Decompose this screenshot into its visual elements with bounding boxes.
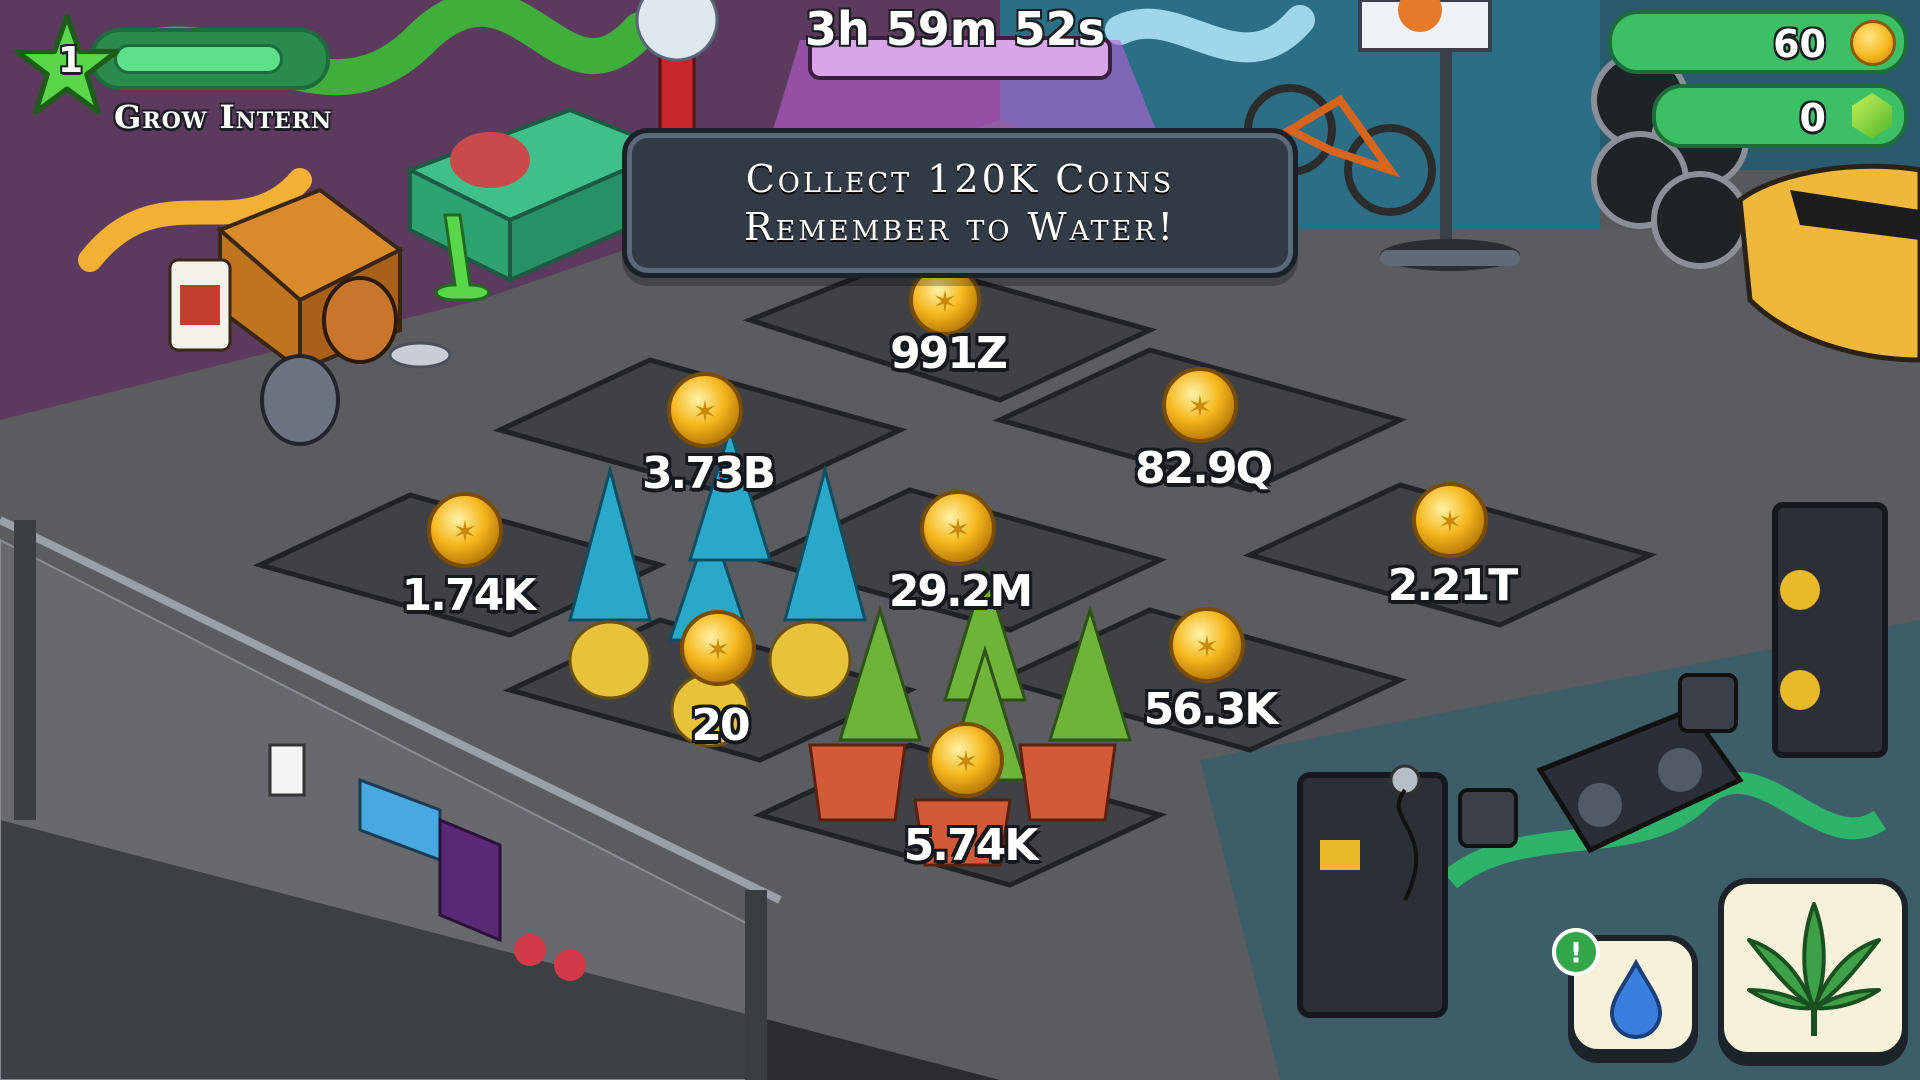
svg-text:✶: ✶ <box>932 285 957 320</box>
plot-value-upper-left[interactable]: 3.73B <box>642 448 776 499</box>
gems-counter[interactable]: 0 <box>1652 84 1908 148</box>
svg-text:✶: ✶ <box>452 515 477 550</box>
plot-value-top[interactable]: 991Z <box>890 328 1008 379</box>
svg-text:✶: ✶ <box>953 745 978 780</box>
coins-value: 60 <box>1773 22 1826 66</box>
svg-text:✶: ✶ <box>1437 505 1462 540</box>
plot-value-bottom[interactable]: 5.74K <box>904 820 1039 871</box>
svg-text:✶: ✶ <box>1187 390 1212 425</box>
svg-text:✶: ✶ <box>1194 630 1219 665</box>
water-alert-text: ! <box>1569 935 1583 969</box>
grow-timer: 3h 59m 52s <box>804 2 1106 56</box>
gems-value: 0 <box>1799 96 1826 140</box>
water-drop-icon <box>1609 959 1663 1039</box>
level-number: 1 <box>58 40 84 81</box>
rank-title: Grow Intern <box>114 98 333 136</box>
coins-counter[interactable]: 60 <box>1608 10 1908 74</box>
plot-value-right[interactable]: 2.21T <box>1388 560 1519 611</box>
svg-text:✶: ✶ <box>945 513 970 548</box>
plot-value-upper-right[interactable]: 82.9Q <box>1135 443 1273 494</box>
plot-value-lower-right[interactable]: 56.3K <box>1144 684 1279 735</box>
xp-bar[interactable] <box>90 28 330 90</box>
plot-value-center[interactable]: 29.2M <box>889 566 1033 617</box>
leaf-icon <box>1747 902 1881 1036</box>
svg-text:✶: ✶ <box>705 633 730 668</box>
water-alert-badge: ! <box>1552 928 1600 976</box>
plot-value-left[interactable]: 1.74K <box>402 570 537 621</box>
svg-text:✶: ✶ <box>692 395 717 430</box>
quest-line-1: Collect 120K Coins <box>745 157 1175 201</box>
plant-menu-button[interactable] <box>1718 878 1908 1058</box>
gem-icon <box>1852 93 1892 139</box>
coin-icon <box>1850 20 1896 66</box>
plot-value-lower-left[interactable]: 20 <box>691 700 750 751</box>
quest-banner[interactable]: Collect 120K Coins Remember to Water! <box>622 128 1298 278</box>
quest-line-2: Remember to Water! <box>744 205 1176 249</box>
xp-bar-fill <box>114 44 283 74</box>
